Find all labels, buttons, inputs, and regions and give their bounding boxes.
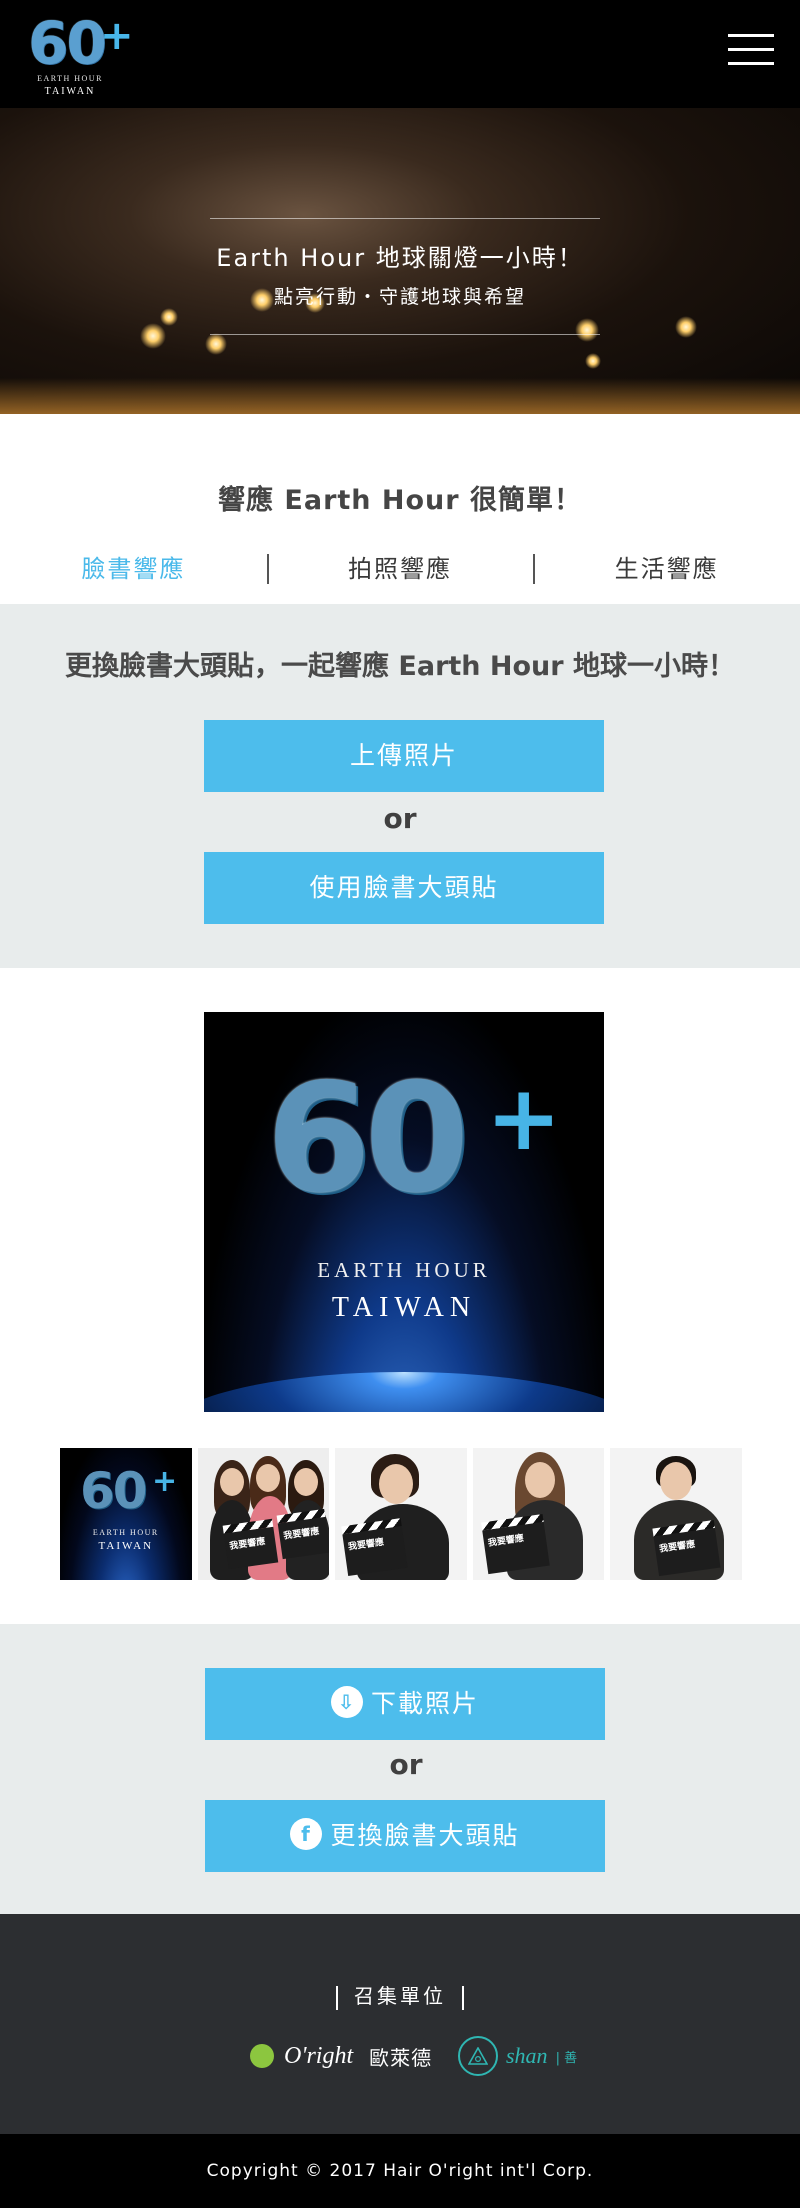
download-section: ⇩ 下載照片 or f 更換臉書大頭貼	[0, 1624, 800, 1914]
tab-photo[interactable]: 拍照響應	[266, 552, 534, 586]
poster-line2: TAIWAN	[331, 1292, 477, 1323]
clapboard-text: 我要響應	[282, 1526, 320, 1542]
oright-logo-icon	[250, 2044, 274, 2068]
hero-title: Earth Hour 地球關燈一小時！	[216, 244, 584, 272]
shan-logo-icon	[458, 2036, 498, 2076]
logo-plus: +	[100, 13, 134, 59]
thumbnail-photo-2[interactable]: 我要響應	[335, 1448, 467, 1580]
download-photo-button[interactable]: ⇩ 下載照片	[205, 1668, 605, 1740]
avatar-preview: 60 + EARTH HOUR TAIWAN	[204, 1012, 604, 1412]
organizer-label: 召集單位	[354, 1984, 446, 2008]
use-facebook-profile-button[interactable]: 使用臉書大頭貼	[204, 852, 604, 924]
copyright: Copyright © 2017 Hair O'right int'l Corp…	[0, 2134, 800, 2208]
sponsor-shan[interactable]: shan | 善	[458, 2034, 577, 2078]
clapboard-text: 我要響應	[347, 1537, 385, 1553]
shan-chinese: | 善	[555, 2050, 578, 2066]
hamburger-menu-icon[interactable]	[728, 34, 774, 70]
upload-section: 更換臉書大頭貼，一起響應 Earth Hour 地球一小時！ 上傳照片 or 使…	[0, 604, 800, 968]
thumb-line1: EARTH HOUR	[92, 1528, 159, 1537]
hero-rule-top	[210, 218, 600, 219]
set-facebook-avatar-button[interactable]: f 更換臉書大頭貼	[205, 1800, 605, 1872]
thumb-plus: +	[152, 1464, 178, 1499]
hero-banner: Earth Hour 地球關燈一小時！ 點亮行動・守護地球與希望	[0, 108, 800, 414]
facebook-icon: f	[290, 1818, 323, 1851]
tab-life[interactable]: 生活響應	[533, 552, 800, 586]
poster-number: 60	[266, 1052, 469, 1226]
logo-line2: TAIWAN	[44, 86, 96, 97]
thumb-line2: TAIWAN	[98, 1540, 154, 1552]
footer: 召集單位 O'right 歐萊德 shan | 善	[0, 1914, 800, 2134]
preview-section: 60 + EARTH HOUR TAIWAN 60 + EARTH HOUR T…	[0, 968, 800, 1624]
oright-wordmark: O'right	[284, 2042, 354, 2069]
thumbnail-photo-4[interactable]: 我要響應	[610, 1448, 742, 1580]
hero-subtitle: 點亮行動・守護地球與希望	[273, 286, 526, 308]
download-icon: ⇩	[330, 1686, 363, 1719]
thumbnail-photo-1[interactable]: 我要響應 我要響應	[197, 1448, 330, 1580]
earth-hour-logo[interactable]: 60 + EARTH HOUR TAIWAN	[28, 14, 138, 100]
or-divider: or	[389, 1748, 423, 1781]
clapboard-text: 我要響應	[228, 1536, 266, 1552]
thumb-number: 60	[80, 1462, 148, 1520]
clapboard-text: 我要響應	[659, 1539, 697, 1555]
hero-rule-bottom	[210, 334, 600, 335]
site-header: 60 + EARTH HOUR TAIWAN	[0, 0, 800, 108]
poster-plus: +	[486, 1066, 562, 1171]
response-tabs: 臉書響應 拍照響應 生活響應	[0, 552, 800, 586]
facebook-button-label: 更換臉書大頭貼	[330, 1822, 520, 1850]
tab-facebook[interactable]: 臉書響應	[0, 552, 267, 586]
logo-number: 60	[28, 9, 107, 77]
logo-line1: EARTH HOUR	[37, 74, 103, 83]
shan-wordmark: shan	[506, 2043, 548, 2068]
or-divider: or	[383, 802, 417, 835]
intro-section: 響應 Earth Hour 很簡單！ 臉書響應 拍照響應 生活響應	[0, 414, 800, 604]
poster-line1: EARTH HOUR	[317, 1258, 491, 1282]
sponsor-oright[interactable]: O'right 歐萊德	[250, 2036, 432, 2076]
upload-photo-button[interactable]: 上傳照片	[204, 720, 604, 792]
download-button-label: 下載照片	[370, 1690, 479, 1718]
thumbnail-logo[interactable]: 60 + EARTH HOUR TAIWAN	[60, 1448, 192, 1580]
oright-name: 歐萊德	[369, 2045, 433, 2070]
upload-heading: 更換臉書大頭貼，一起響應 Earth Hour 地球一小時！	[65, 651, 735, 682]
thumbnail-photo-3[interactable]: 我要響應	[472, 1448, 605, 1580]
organizer-heading: 召集單位	[0, 1980, 800, 2010]
clapboard-text: 我要響應	[487, 1533, 525, 1549]
intro-heading: 響應 Earth Hour 很簡單！	[218, 485, 582, 516]
earth-horizon	[204, 1372, 604, 1412]
frame-thumbnails: 60 + EARTH HOUR TAIWAN 我要響應 我要響應 我要響應 我要…	[60, 1448, 742, 1580]
